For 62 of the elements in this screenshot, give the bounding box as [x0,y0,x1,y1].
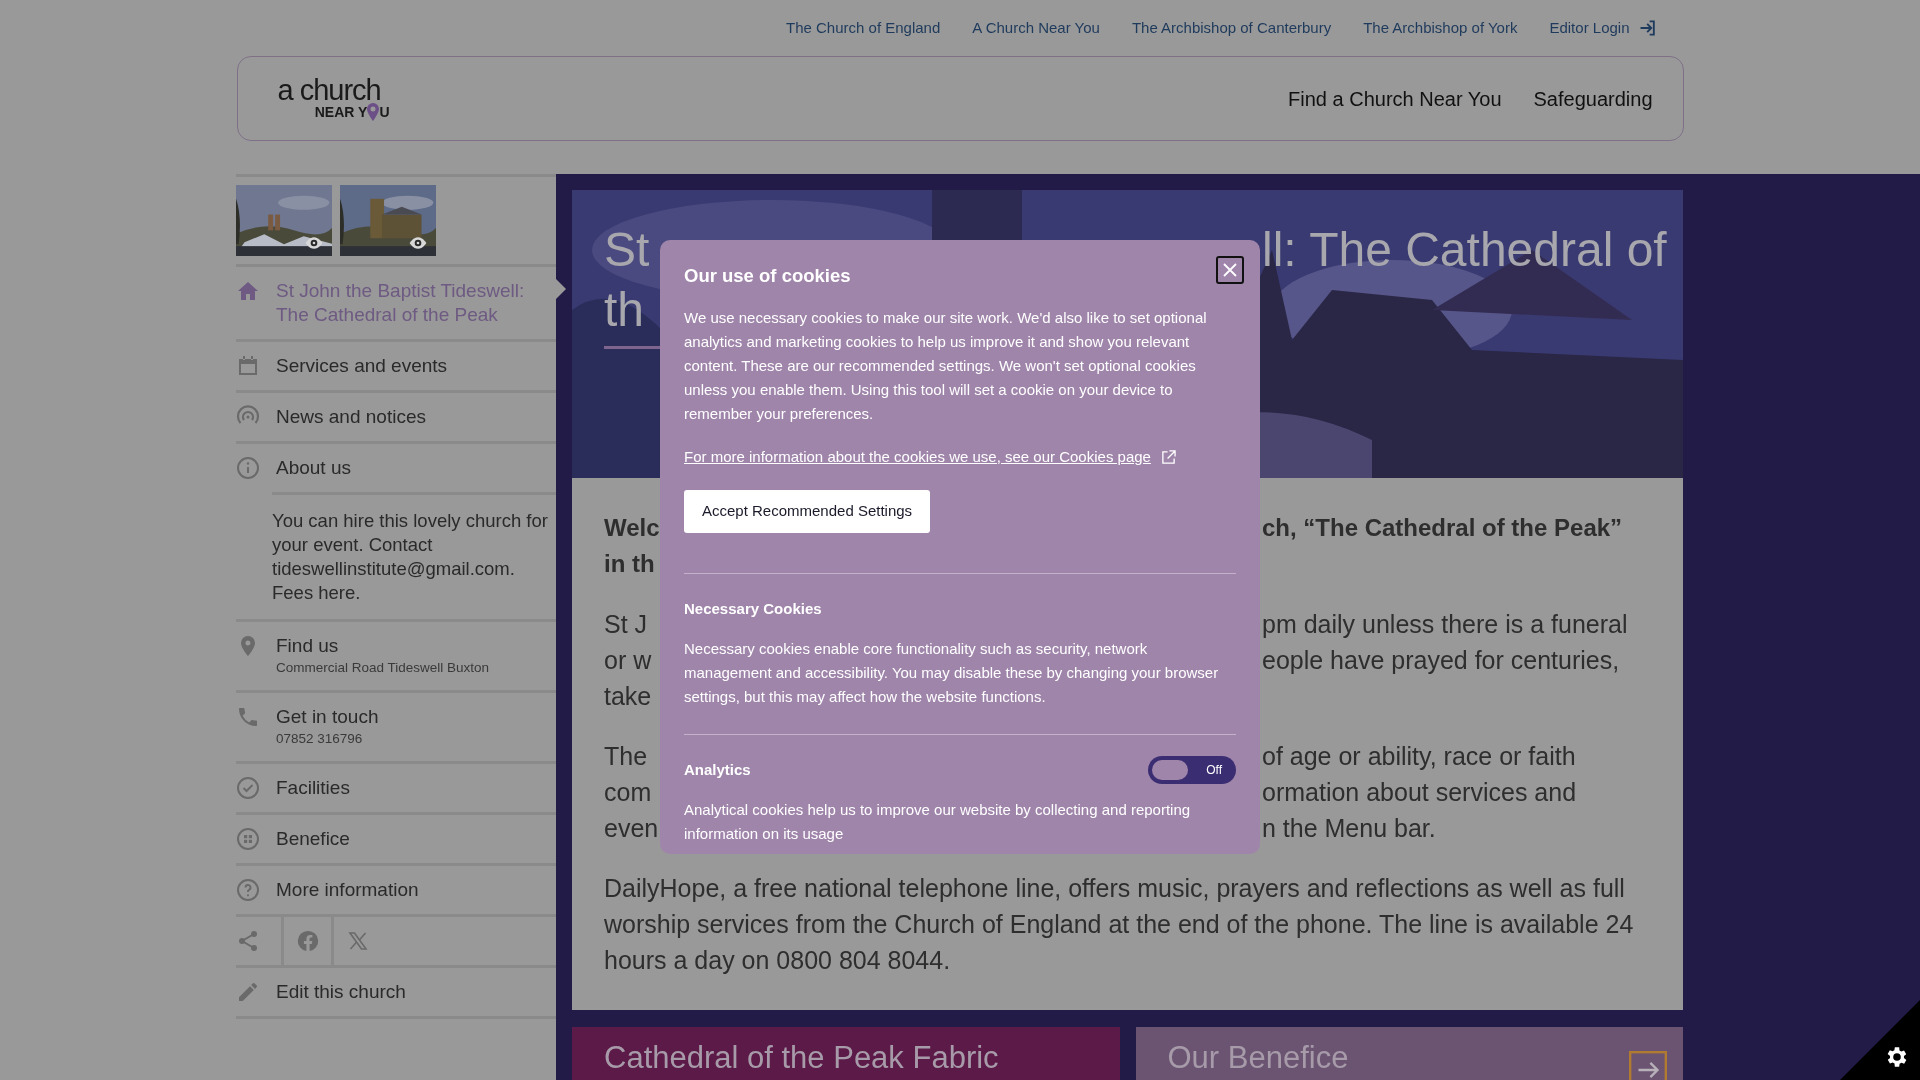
grid-circle-icon [236,827,260,851]
eye-icon [304,236,324,250]
phone-icon [236,705,260,729]
section-text: Necessary cookies enable core functionality such as security, network management and accessibility. You may disable these by changing your browser settings, but this may affect how the website functions. [684,639,1220,707]
top-nav-link[interactable]: A Church Near You [972,16,1100,40]
body-text: pm daily unless there is a funeral [1262,609,1629,640]
share-icon [236,929,260,953]
close-icon [1222,262,1238,278]
eye-icon [408,236,428,250]
close-button[interactable] [1216,256,1244,284]
sidebar-item[interactable]: Facilities [236,764,556,812]
cookies-page-link[interactable]: For more information about the cookies we use, see our Cookies page [684,445,1176,469]
page-title: th [604,282,646,338]
section-text: Analytical cookies help us to improve our website by collecting and reporting information on its usage [684,800,1192,844]
arrow-icon [1629,1051,1667,1080]
active-pointer [556,279,566,299]
login-link[interactable]: Editor Login [1549,16,1658,40]
intro-text: in th [604,549,656,579]
body-text: The [604,741,649,772]
page-title: St [604,222,651,278]
sidebar-item[interactable]: Get in touch 07852 316796 [236,693,556,761]
top-nav-link[interactable]: The Church of England [786,16,941,40]
help-icon [236,878,260,902]
sidebar-item[interactable]: News and notices [236,393,556,441]
body-text: eople have prayed for centuries, [1262,645,1621,676]
main-nav-link[interactable]: Find a Church Near You [1288,83,1502,114]
intro-text: Welc [604,513,661,543]
sidebar-item[interactable]: Find us Commercial Road Tideswell Buxton [236,622,556,690]
calendar-icon [236,354,260,378]
sidebar-item[interactable]: Benefice [236,815,556,863]
site-logo[interactable]: a church NEAR Y U [277,76,390,121]
body-text: n the Menu bar. [1262,813,1437,844]
dialog-title: Our use of cookies [684,264,851,288]
check-circle-icon [236,776,260,800]
link-card[interactable]: Cathedral of the Peak Fabric [572,1027,1120,1080]
sidebar-item[interactable]: More information [236,866,556,914]
dialog-text: We use necessary cookies to make our site work. We'd also like to set optional analytics and marketing cookies to help us improve it and show you relevant content. These are our recommended settings. We won't set optional cookies unless you enable them. Using this tool will set a cookie on your device to remember your preferences. [684,308,1208,424]
intro-text: ch, “The Cathedral of the Peak” [1262,513,1624,543]
body-text: even [604,813,660,844]
body-text: com [604,777,653,808]
facebook-icon [295,929,320,953]
sidebar-item[interactable]: About us [236,444,556,492]
page-title: ll: The Cathedral of [1262,222,1668,278]
top-nav-link[interactable]: The Archbishop of York [1363,16,1518,40]
body-text: of age or ability, race or faith [1262,741,1577,772]
cookie-settings-button[interactable] [1840,1000,1920,1080]
sidebar-item[interactable]: Services and events [236,342,556,390]
body-text: take [604,681,653,712]
body-text: ormation about services and [1262,777,1578,808]
external-link-icon [1160,449,1176,465]
main-nav-link[interactable]: Safeguarding [1533,83,1653,114]
section-title: Analytics [684,759,751,780]
body-text: St J [604,609,649,640]
home-icon [236,279,260,303]
body-text: or w [604,645,653,676]
analytics-toggle[interactable]: Off [1148,756,1236,784]
accept-button[interactable]: Accept Recommended Settings [684,490,931,533]
top-nav-link[interactable]: The Archbishop of Canterbury [1131,16,1332,40]
body-text: DailyHope, a free national telephone line, offers music, prayers and reflections as well as full worship services from the Church of England at the end of the phone. The line is available 24 hours a day on 0800 804 8044. [604,873,1635,976]
section-title: Necessary Cookies [684,599,823,619]
pencil-icon [236,980,260,1004]
info-icon [236,456,260,480]
